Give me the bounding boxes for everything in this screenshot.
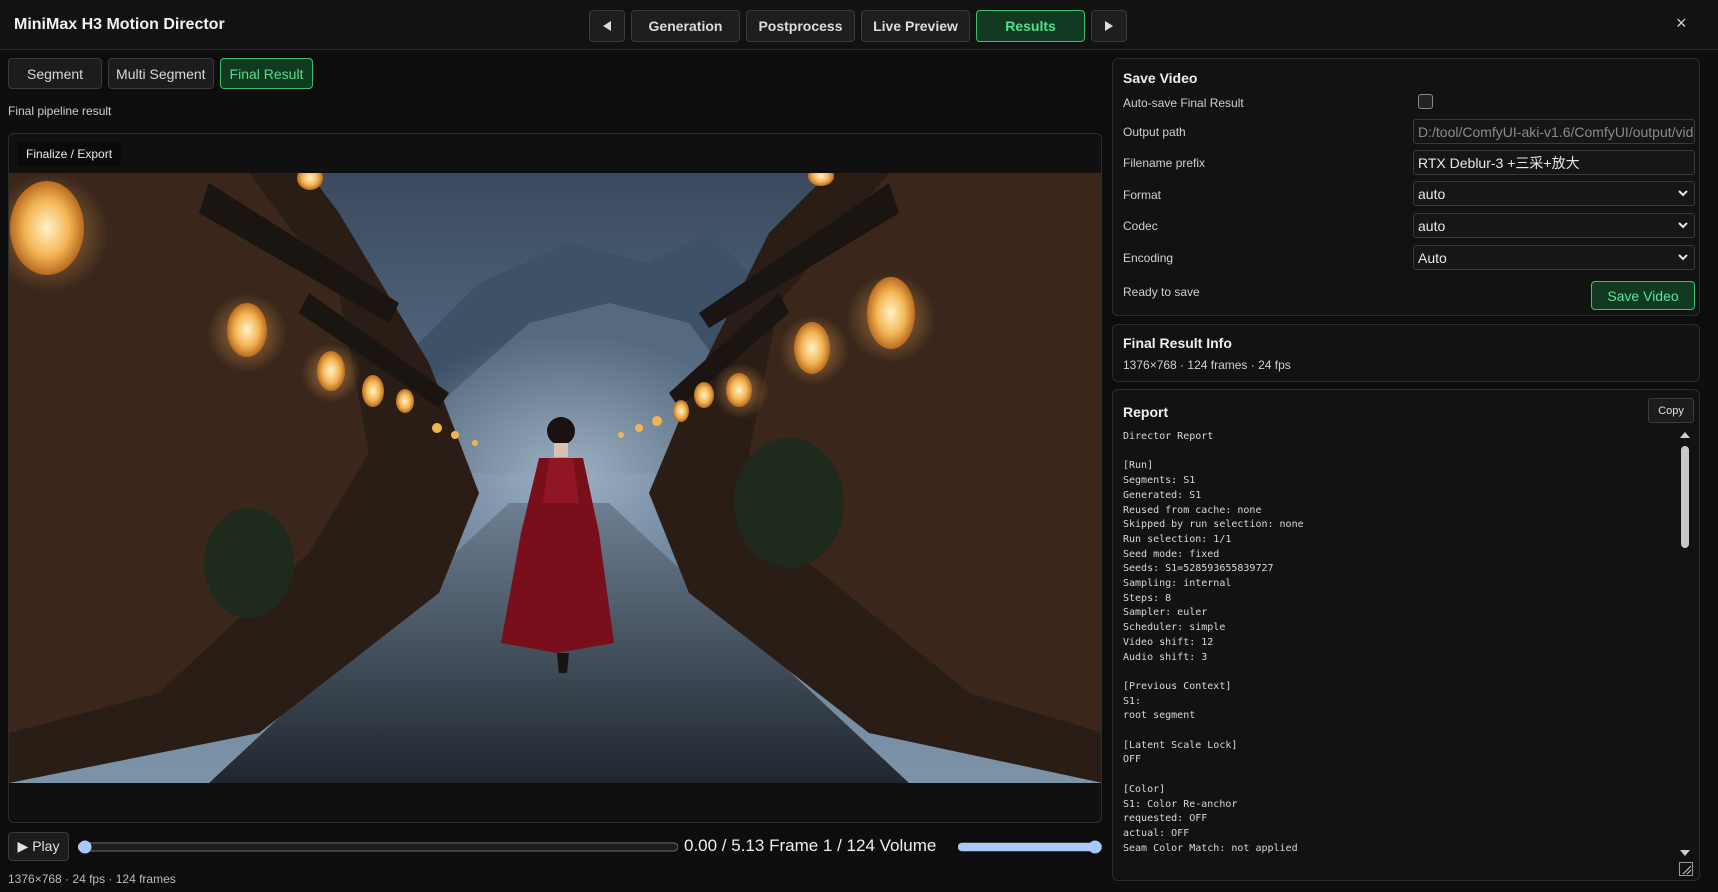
autosave-label: Auto-save Final Result (1123, 96, 1244, 110)
report-line: Video shift: 12 (1123, 636, 1214, 648)
seek-slider-knob[interactable] (78, 840, 92, 854)
time-frame-readout: 0.00 / 5.13 Frame 1 / 124 Volume (684, 836, 937, 855)
encoding-select[interactable]: Auto (1413, 245, 1695, 270)
video-preview-panel: Finalize / Export (8, 133, 1102, 823)
save-video-button[interactable]: Save Video (1591, 281, 1695, 310)
tab-live-preview[interactable]: Live Preview (861, 10, 970, 42)
chevron-down-icon (1678, 222, 1688, 229)
video-meta: 1376×768 · 24 fps · 124 frames (8, 872, 176, 886)
report-panel: Report Copy Director Report [Run] Segment… (1112, 389, 1700, 881)
output-path-field[interactable]: D:/tool/ComfyUI-aki-v1.6/ComfyUI/output/… (1413, 119, 1695, 144)
save-video-panel: Save Video Auto-save Final Result Output… (1112, 58, 1700, 316)
report-line: Audio shift: 3 (1123, 651, 1208, 663)
volume-slider[interactable] (958, 840, 1102, 854)
video-frame-image (9, 173, 1101, 783)
codec-label: Codec (1123, 219, 1158, 233)
filename-prefix-label: Filename prefix (1123, 156, 1206, 170)
top-bar: MiniMax H3 Motion Director Generation Po… (0, 0, 1718, 50)
codec-select[interactable]: auto (1413, 213, 1695, 238)
report-line: requested: OFF (1123, 813, 1208, 825)
report-line: Director Report (1123, 431, 1214, 442)
report-line: [Color] (1123, 783, 1166, 795)
report-line: Seam Color Match: not applied (1123, 842, 1298, 854)
tab-postprocess[interactable]: Postprocess (746, 10, 855, 42)
report-line: OFF (1123, 754, 1142, 766)
report-line: [Previous Context] (1123, 680, 1232, 692)
preview-label: Finalize / Export (17, 142, 122, 166)
segment-tabs: Segment Multi Segment Final Result (8, 58, 314, 89)
close-button[interactable]: × (1676, 13, 1687, 34)
scroll-up-icon[interactable] (1679, 430, 1691, 440)
format-label: Format (1123, 188, 1162, 202)
seek-slider[interactable] (78, 840, 678, 854)
play-button[interactable]: ▶ Play (8, 832, 69, 861)
volume-slider-fill (958, 843, 1095, 851)
report-line: Generated: S1 (1123, 489, 1202, 501)
report-line: S1: (1123, 695, 1142, 707)
report-line (1123, 665, 1633, 680)
report-line (1123, 856, 1633, 871)
triangle-right-icon (1105, 21, 1113, 31)
tab-results[interactable]: Results (976, 10, 1085, 42)
app-title: MiniMax H3 Motion Director (14, 16, 225, 33)
report-line: root segment (1123, 710, 1196, 722)
section-subtitle: Final pipeline result (8, 104, 112, 118)
encoding-label: Encoding (1123, 251, 1174, 265)
scroll-down-icon[interactable] (1679, 848, 1691, 858)
tab-generation[interactable]: Generation (631, 10, 740, 42)
report-line: Reused from cache: none (1123, 504, 1262, 516)
report-line (1123, 445, 1633, 460)
volume-slider-knob[interactable] (1088, 840, 1102, 854)
report-line: Sampling: internal (1123, 578, 1232, 590)
scroll-thumb[interactable] (1681, 446, 1689, 548)
report-line: Steps: 8 (1123, 592, 1172, 604)
tab-multi-segment[interactable]: Multi Segment (108, 58, 214, 89)
video-frame[interactable] (9, 173, 1101, 783)
report-scrollbar[interactable] (1679, 430, 1691, 860)
final-info-title: Final Result Info (1123, 335, 1232, 351)
report-line: [Run] (1123, 460, 1154, 472)
report-line: Seed mode: fixed (1123, 548, 1220, 560)
encoding-select-value: Auto (1418, 249, 1447, 266)
report-line: [Latent Scale Lock] (1123, 739, 1238, 751)
format-select-value: auto (1418, 185, 1446, 202)
autosave-checkbox[interactable] (1418, 94, 1433, 109)
resize-grip-icon[interactable] (1679, 862, 1693, 876)
report-line: [Audio Control] (1123, 871, 1633, 872)
report-line: Run selection: 1/1 (1123, 533, 1232, 545)
chevron-down-icon (1678, 190, 1688, 197)
prev-step-button[interactable] (589, 10, 625, 42)
report-line: Scheduler: simple (1123, 622, 1226, 634)
report-line: Skipped by run selection: none (1123, 519, 1304, 531)
chevron-down-icon (1678, 254, 1688, 261)
codec-select-value: auto (1418, 217, 1446, 234)
final-info-text: 1376×768 · 124 frames · 24 fps (1123, 358, 1291, 372)
output-path-label: Output path (1123, 125, 1186, 139)
final-result-info-panel: Final Result Info 1376×768 · 124 frames … (1112, 324, 1700, 382)
tab-segment[interactable]: Segment (8, 58, 103, 89)
step-navigation: Generation Postprocess Live Preview Resu… (589, 10, 1127, 42)
save-video-title: Save Video (1123, 70, 1198, 86)
report-line: Segments: S1 (1123, 475, 1196, 487)
format-select[interactable]: auto (1413, 181, 1695, 206)
report-line: Sampler: euler (1123, 607, 1208, 619)
save-status: Ready to save (1123, 285, 1200, 299)
copy-button[interactable]: Copy (1648, 398, 1694, 423)
next-step-button[interactable] (1091, 10, 1127, 42)
filename-prefix-field[interactable]: RTX Deblur-3 +三采+放大 (1413, 150, 1695, 175)
report-line (1123, 768, 1633, 783)
report-line: Seeds: S1=528593655839727 (1123, 563, 1274, 575)
report-line: S1: Color Re-anchor (1123, 798, 1238, 810)
report-line: actual: OFF (1123, 827, 1190, 839)
report-text[interactable]: Director Report [Run] Segments: S1 Generat… (1123, 430, 1633, 872)
tab-final-result[interactable]: Final Result (219, 58, 314, 89)
report-title: Report (1123, 404, 1169, 420)
triangle-left-icon (603, 21, 611, 31)
report-line (1123, 724, 1633, 739)
